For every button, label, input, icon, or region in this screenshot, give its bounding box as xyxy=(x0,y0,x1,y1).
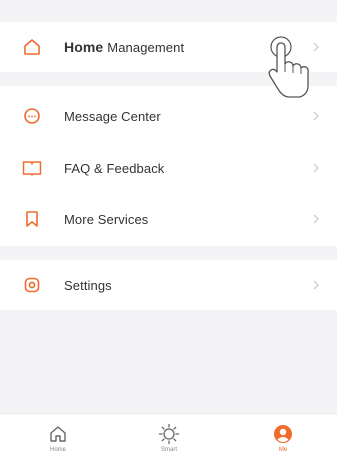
tab-home[interactable]: Home xyxy=(28,414,88,464)
gear-icon xyxy=(22,275,42,295)
tab-smart-label: Smart xyxy=(160,447,177,453)
hand-pointer-icon xyxy=(264,34,314,100)
chevron-right-icon xyxy=(311,278,321,292)
faq-feedback-row[interactable]: FAQ & Feedback xyxy=(0,143,337,193)
settings-label: Settings xyxy=(64,277,112,293)
home-management-label: Home Management xyxy=(64,39,184,55)
tab-smart[interactable]: Smart xyxy=(139,414,199,464)
book-icon xyxy=(22,158,42,178)
menu-group: Message Center FAQ & Feedback More Servi… xyxy=(0,86,337,246)
tab-me-label: Me xyxy=(278,447,288,453)
person-icon xyxy=(272,423,294,445)
chevron-right-icon xyxy=(311,161,321,175)
tab-home-label: Home xyxy=(49,447,66,453)
home-icon xyxy=(22,37,42,57)
tab-me[interactable]: Me xyxy=(253,414,313,464)
message-icon xyxy=(22,106,42,126)
chevron-right-icon xyxy=(311,109,321,123)
home-management-rest: Management xyxy=(107,40,185,55)
sun-icon xyxy=(158,423,180,445)
message-center-label: Message Center xyxy=(64,108,161,124)
bookmark-icon xyxy=(22,209,42,229)
settings-group: Settings xyxy=(0,260,337,310)
more-services-label: More Services xyxy=(64,211,149,227)
faq-feedback-label: FAQ & Feedback xyxy=(64,160,165,176)
settings-row[interactable]: Settings xyxy=(0,260,337,310)
home-management-strong: Home xyxy=(64,39,104,55)
home-outline-icon xyxy=(47,423,69,445)
bottom-tab-bar: Home Smart Me xyxy=(0,413,337,464)
chevron-right-icon xyxy=(311,212,321,226)
more-services-row[interactable]: More Services xyxy=(0,194,337,244)
